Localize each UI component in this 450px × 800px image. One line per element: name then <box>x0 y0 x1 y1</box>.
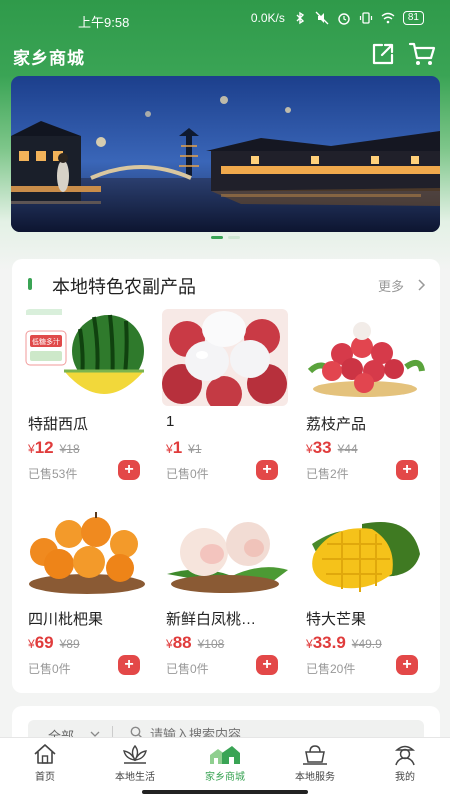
section-title: 本地特色农副产品 <box>52 277 196 297</box>
add-to-cart-button[interactable]: + <box>396 655 418 675</box>
product-image-lychee <box>162 309 288 406</box>
tab-label: 本地服务 <box>295 772 335 783</box>
add-to-cart-button[interactable]: + <box>256 655 278 675</box>
mute-icon <box>315 11 329 25</box>
alarm-icon <box>338 13 350 25</box>
product-name: 四川枇杷果 <box>28 611 104 628</box>
tab-hometown-mall[interactable]: 家乡商城 <box>180 742 270 790</box>
wifi-icon <box>381 12 395 24</box>
product-price: ¥33.9 ¥49.9 <box>306 633 382 652</box>
tab-local-life[interactable]: 本地生活 <box>90 742 180 790</box>
tab-label: 本地生活 <box>115 772 155 783</box>
product-sold-count: 已售0件 <box>166 662 209 676</box>
product-original-price: ¥18 <box>59 442 80 456</box>
banner-carousel[interactable] <box>11 76 440 232</box>
product-sold-count: 已售0件 <box>28 662 71 676</box>
network-speed: 0.0K/s <box>250 11 285 25</box>
product-price: ¥1 ¥1 <box>166 438 202 457</box>
service-icon <box>303 745 327 765</box>
product-image-mango <box>302 504 428 601</box>
product-card[interactable]: 低糖多汁 特甜西瓜 ¥12 ¥18 已售53件 + <box>24 309 150 481</box>
product-image-loquat <box>24 504 150 601</box>
status-bar: 上午9:58 0.0K/s 81 <box>0 0 450 36</box>
profile-icon <box>395 745 415 766</box>
chevron-right-icon[interactable] <box>417 279 426 291</box>
banner-dot-active <box>210 236 223 239</box>
product-original-price: ¥49.9 <box>351 637 382 651</box>
product-price: ¥33 ¥44 <box>306 438 358 457</box>
home-indicator <box>142 790 308 794</box>
share-icon[interactable] <box>370 41 396 67</box>
product-card[interactable]: 荔枝产品 ¥33 ¥44 已售2件 + <box>302 309 428 481</box>
product-sold-count: 已售53件 <box>28 467 78 481</box>
tab-label: 我的 <box>395 772 415 783</box>
battery-indicator: 81 <box>402 11 424 25</box>
product-price: ¥88 ¥108 <box>166 633 225 652</box>
tab-label: 首页 <box>35 772 55 783</box>
product-original-price: ¥89 <box>59 637 80 651</box>
product-card[interactable]: 新鲜白凤桃… ¥88 ¥108 已售0件 + <box>162 504 288 676</box>
product-sold-count: 已售20件 <box>306 662 356 676</box>
section-accent-bar <box>28 278 32 290</box>
product-name: 1 <box>166 413 175 430</box>
product-sold-count: 已售2件 <box>306 467 349 481</box>
product-original-price: ¥108 <box>197 637 225 651</box>
cart-icon[interactable] <box>408 41 436 67</box>
banner-indicator <box>0 236 450 239</box>
product-price: ¥12 ¥18 <box>28 438 80 457</box>
bluetooth-icon <box>296 11 304 25</box>
product-card[interactable]: 特大芒果 ¥33.9 ¥49.9 已售20件 + <box>302 504 428 676</box>
product-image-peach <box>162 504 288 601</box>
product-image-watermelon: 低糖多汁 <box>24 309 150 406</box>
status-icons: 0.0K/s 81 <box>251 11 424 25</box>
product-image-lychee-bunch <box>302 309 428 406</box>
product-name: 特甜西瓜 <box>28 416 89 433</box>
tab-label: 家乡商城 <box>205 772 245 783</box>
status-time: 上午9:58 <box>78 15 130 30</box>
add-to-cart-button[interactable]: + <box>256 460 278 480</box>
tab-home[interactable]: 首页 <box>0 742 90 790</box>
watermelon-badge: 低糖多汁 <box>32 337 60 346</box>
tab-profile[interactable]: 我的 <box>360 742 450 790</box>
product-sold-count: 已售0件 <box>166 467 209 481</box>
tab-local-service[interactable]: 本地服务 <box>270 742 360 790</box>
product-name: 特大芒果 <box>306 611 367 628</box>
product-name: 荔枝产品 <box>306 416 367 433</box>
local-products-section: 本地特色农副产品 更多 低糖多汁 特甜西瓜 ¥12 ¥18 已售53件 + 1 … <box>12 259 440 693</box>
add-to-cart-button[interactable]: + <box>118 460 140 480</box>
product-original-price: ¥1 <box>188 442 202 456</box>
product-name: 新鲜白凤桃… <box>166 611 257 628</box>
village-icon <box>210 746 240 764</box>
home-icon <box>34 744 56 764</box>
product-card[interactable]: 1 ¥1 ¥1 已售0件 + <box>162 309 288 481</box>
page-title: 家乡商城 <box>13 49 85 68</box>
product-card[interactable]: 四川枇杷果 ¥69 ¥89 已售0件 + <box>24 504 150 676</box>
product-price: ¥69 ¥89 <box>28 633 80 652</box>
lotus-icon <box>123 744 147 764</box>
more-link[interactable]: 更多 <box>378 276 404 295</box>
title-bar: 家乡商城 <box>0 36 450 72</box>
add-to-cart-button[interactable]: + <box>118 655 140 675</box>
banner-dot <box>227 236 240 239</box>
vibrate-icon <box>359 12 372 24</box>
product-original-price: ¥44 <box>337 442 358 456</box>
add-to-cart-button[interactable]: + <box>396 460 418 480</box>
banner-image <box>11 76 440 232</box>
